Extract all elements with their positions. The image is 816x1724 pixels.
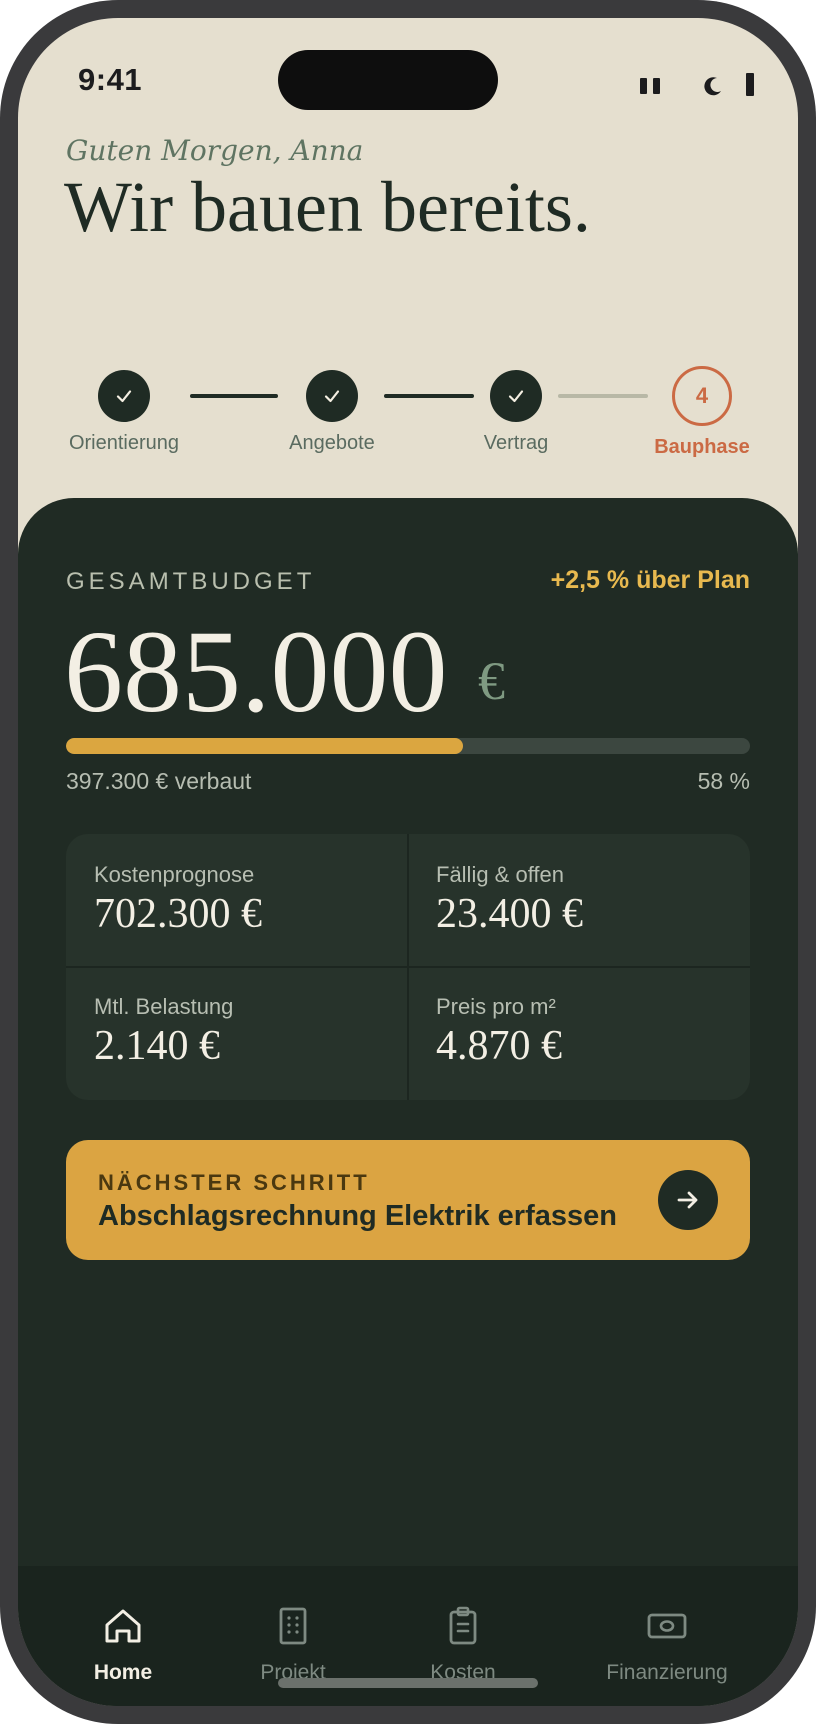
greeting: Guten Morgen, Anna <box>66 134 364 167</box>
budget-card: GESAMTBUDGET +2,5 % über Plan 685.000 € … <box>18 498 798 1706</box>
step-1-check-icon <box>98 370 150 422</box>
budget-currency: € <box>478 651 505 711</box>
step-label-angebote: Angebote <box>289 432 375 454</box>
tab-label: Home <box>93 1661 153 1684</box>
step-connector <box>384 394 474 398</box>
moon-icon <box>700 74 724 103</box>
status-time: 9:41 <box>78 62 143 97</box>
home-indicator[interactable] <box>278 1678 538 1688</box>
step-label-orientierung: Orientierung <box>68 432 180 454</box>
step-4-current: 4 <box>672 366 732 426</box>
stats-grid: Kostenprognose 702.300 € Fällig & offen … <box>66 834 750 1100</box>
stat-label: Kostenprognose <box>94 862 255 887</box>
banknote-icon <box>582 1604 752 1653</box>
building-icon <box>208 1604 378 1653</box>
tab-projekt[interactable]: Projekt <box>208 1604 378 1685</box>
next-step-title: Abschlagsrechnung Elektrik erfassen <box>98 1200 617 1232</box>
budget-progress-bar <box>66 738 750 754</box>
page-title: Wir bauen bereits. <box>64 167 591 247</box>
stat-value: 2.140 € <box>94 1023 220 1069</box>
arrow-right-icon[interactable] <box>658 1170 718 1230</box>
budget-progress-fill <box>66 738 463 754</box>
stat-faellig-offen[interactable]: Fällig & offen 23.400 € <box>436 862 736 938</box>
stat-mtl-belastung[interactable]: Mtl. Belastung 2.140 € <box>94 994 394 1070</box>
spent-amount: 397.300 € verbaut <box>66 768 252 794</box>
tab-home[interactable]: Home <box>38 1604 208 1685</box>
budget-label: GESAMTBUDGET <box>66 568 316 595</box>
spent-percent: 58 % <box>697 768 750 794</box>
next-step-kicker: NÄCHSTER SCHRITT <box>98 1170 370 1195</box>
tab-finanzierung[interactable]: Finanzierung <box>582 1604 752 1685</box>
stat-kostenprognose[interactable]: Kostenprognose 702.300 € <box>94 862 394 938</box>
status-icons <box>640 70 760 100</box>
step-3-check-icon <box>490 370 542 422</box>
stat-value: 702.300 € <box>94 891 262 937</box>
stat-label: Preis pro m² <box>436 994 556 1019</box>
step-2-check-icon <box>306 370 358 422</box>
battery-icon <box>746 73 754 96</box>
next-step-button[interactable]: NÄCHSTER SCHRITT Abschlagsrechnung Elekt… <box>66 1140 750 1260</box>
screen: 9:41 Guten Morgen, Anna Wir bauen bereit… <box>18 18 798 1706</box>
clipboard-icon <box>378 1604 548 1653</box>
dynamic-island <box>278 50 498 110</box>
stat-label: Mtl. Belastung <box>94 994 234 1019</box>
tab-kosten[interactable]: Kosten <box>378 1604 548 1685</box>
stat-label: Fällig & offen <box>436 862 565 887</box>
budget-amount: 685.000 <box>64 606 448 737</box>
phone-frame: 9:41 Guten Morgen, Anna Wir bauen bereit… <box>0 0 816 1724</box>
stat-value: 4.870 € <box>436 1023 562 1069</box>
step-connector-pending <box>558 394 648 398</box>
budget-delta-badge: +2,5 % über Plan <box>550 566 750 594</box>
stat-value: 23.400 € <box>436 891 583 937</box>
divider <box>66 966 750 968</box>
step-connector <box>190 394 278 398</box>
step-label-vertrag: Vertrag <box>483 432 549 454</box>
tab-label: Finanzierung <box>606 1661 728 1684</box>
step-label-bauphase: Bauphase <box>654 436 750 458</box>
stat-preis-pro-m2[interactable]: Preis pro m² 4.870 € <box>436 994 736 1070</box>
home-icon <box>38 1604 208 1653</box>
